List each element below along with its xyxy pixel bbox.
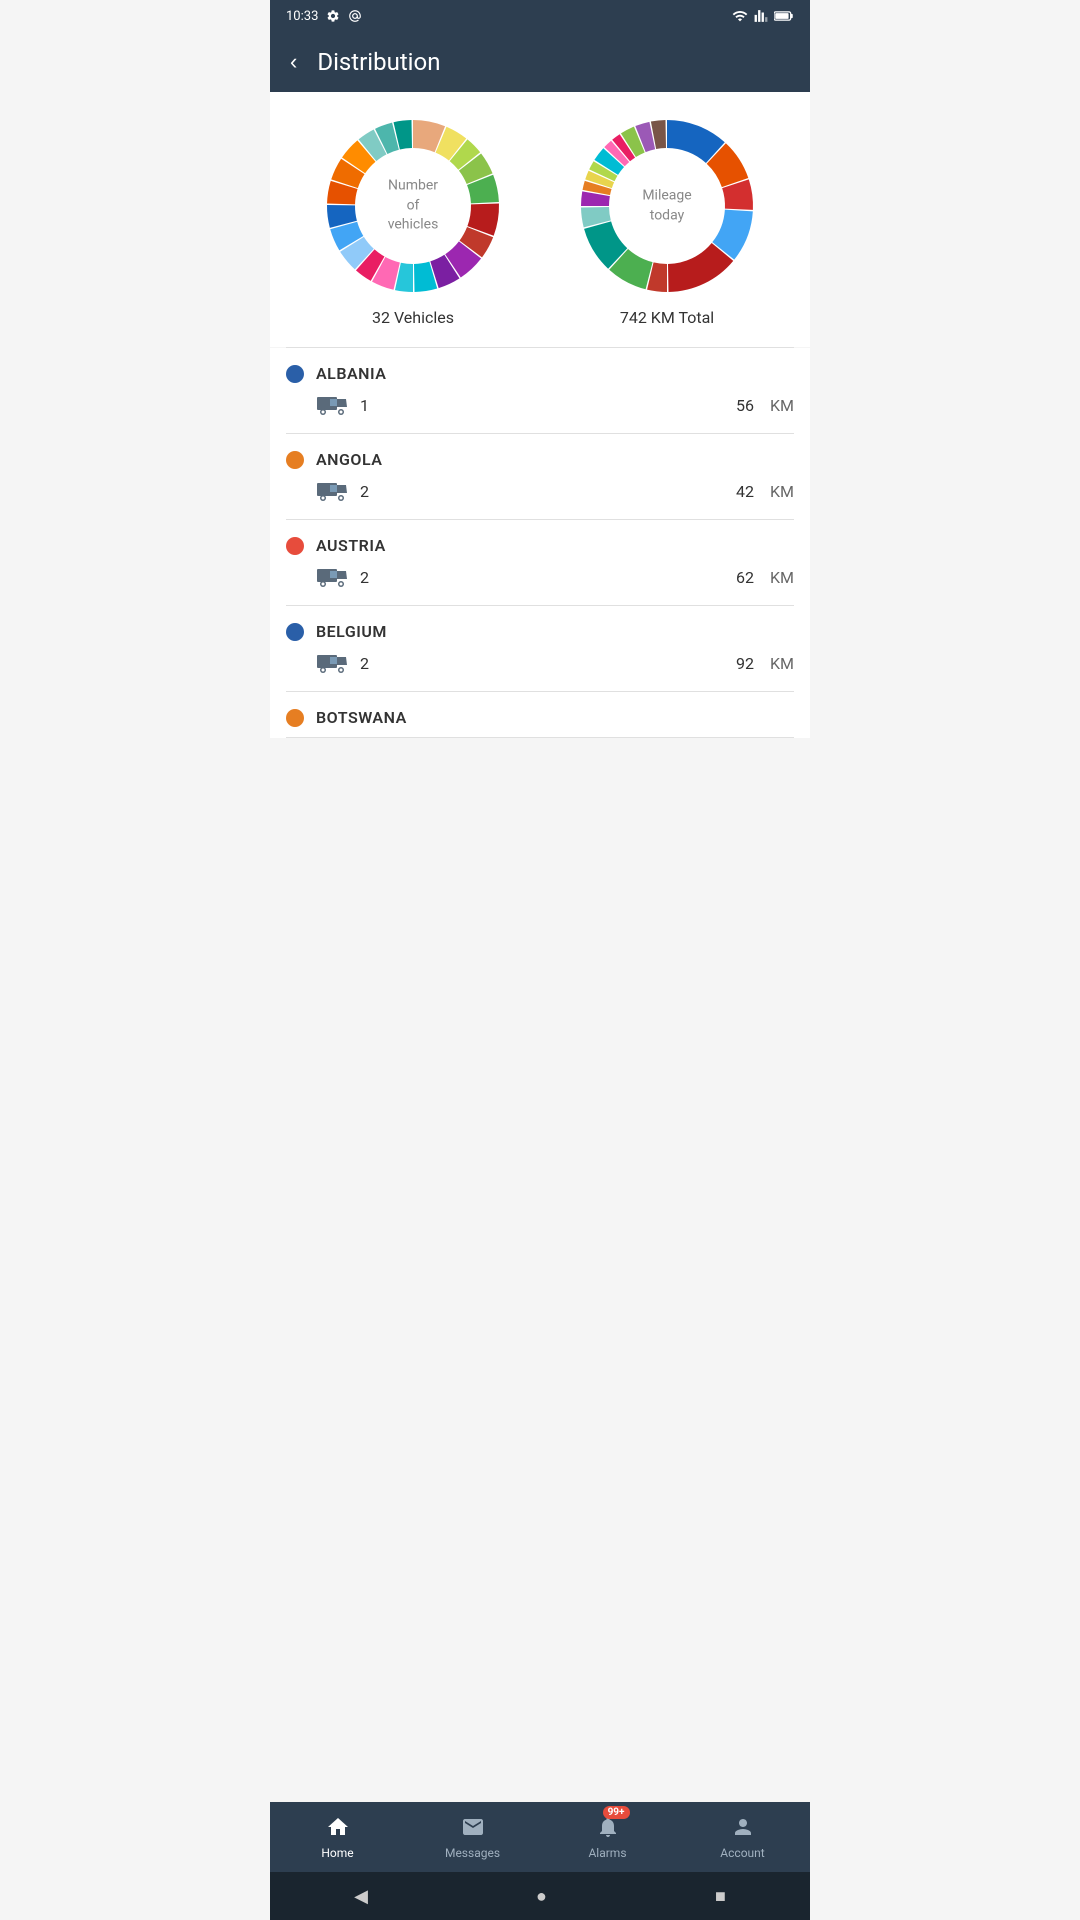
km-unit: KM bbox=[770, 396, 794, 415]
truck-icon bbox=[316, 393, 348, 417]
vehicles-center-label: Number of vehicles bbox=[388, 177, 439, 236]
android-nav: ◀ ● ■ bbox=[270, 1872, 810, 1920]
vehicles-donut: Number of vehicles bbox=[323, 116, 503, 296]
country-color-dot bbox=[286, 537, 304, 555]
nav-label-home: Home bbox=[321, 1846, 353, 1860]
country-item[interactable]: BELGIUM 2 92 KM bbox=[270, 606, 810, 691]
country-name: ANGOLA bbox=[316, 450, 382, 469]
vehicle-count: 2 bbox=[360, 654, 724, 673]
km-unit: KM bbox=[770, 482, 794, 501]
country-item[interactable]: BOTSWANA bbox=[270, 692, 810, 727]
charts-section: Number of vehicles 32 Vehicles Mileage t… bbox=[270, 92, 810, 347]
at-icon bbox=[348, 9, 362, 23]
mileage-total-label: 742 KM Total bbox=[620, 308, 714, 327]
country-color-dot bbox=[286, 451, 304, 469]
vehicle-count: 1 bbox=[360, 396, 724, 415]
km-value: 56 bbox=[736, 396, 754, 415]
nav-label-account: Account bbox=[720, 1846, 764, 1860]
km-unit: KM bbox=[770, 568, 794, 587]
mileage-center-label: Mileage today bbox=[642, 186, 691, 225]
bottom-nav: Home Messages Alarms 99+ Account bbox=[270, 1802, 810, 1872]
nav-label-messages: Messages bbox=[445, 1846, 500, 1860]
country-color-dot bbox=[286, 623, 304, 641]
vehicles-chart: Number of vehicles 32 Vehicles bbox=[323, 116, 503, 327]
alarms-badge: 99+ bbox=[603, 1806, 630, 1819]
header: ‹ Distribution bbox=[270, 32, 810, 92]
battery-icon bbox=[774, 9, 794, 23]
nav-item-messages[interactable]: Messages bbox=[405, 1802, 540, 1872]
country-color-dot bbox=[286, 365, 304, 383]
country-name: BOTSWANA bbox=[316, 708, 407, 727]
country-list: ALBANIA 156KMANGOLA 242KMAUSTRIA 262KMBE… bbox=[270, 348, 810, 738]
country-name: AUSTRIA bbox=[316, 536, 386, 555]
android-back-button[interactable]: ◀ bbox=[330, 1878, 392, 1915]
vehicle-count: 2 bbox=[360, 568, 724, 587]
android-home-button[interactable]: ● bbox=[512, 1878, 571, 1915]
truck-icon bbox=[316, 479, 348, 503]
truck-icon bbox=[316, 565, 348, 589]
country-color-dot bbox=[286, 709, 304, 727]
wifi-icon bbox=[732, 8, 748, 24]
home-nav-icon bbox=[326, 1815, 350, 1842]
messages-nav-icon bbox=[461, 1815, 485, 1842]
km-unit: KM bbox=[770, 654, 794, 673]
truck-icon bbox=[316, 651, 348, 675]
page-title: Distribution bbox=[317, 48, 440, 76]
main-content: Number of vehicles 32 Vehicles Mileage t… bbox=[270, 92, 810, 738]
nav-item-account[interactable]: Account bbox=[675, 1802, 810, 1872]
settings-icon bbox=[326, 9, 340, 23]
km-value: 42 bbox=[736, 482, 754, 501]
country-item[interactable]: ANGOLA 2 42 KM bbox=[270, 434, 810, 519]
signal-icon bbox=[754, 9, 768, 23]
nav-item-home[interactable]: Home bbox=[270, 1802, 405, 1872]
mileage-donut: Mileage today bbox=[577, 116, 757, 296]
status-bar: 10:33 bbox=[270, 0, 810, 32]
country-name: ALBANIA bbox=[316, 364, 386, 383]
country-divider bbox=[286, 737, 794, 738]
vehicle-count: 2 bbox=[360, 482, 724, 501]
km-value: 62 bbox=[736, 568, 754, 587]
nav-item-alarms[interactable]: Alarms 99+ bbox=[540, 1802, 675, 1872]
country-item[interactable]: AUSTRIA 2 62 KM bbox=[270, 520, 810, 605]
country-name: BELGIUM bbox=[316, 622, 387, 641]
vehicles-total-label: 32 Vehicles bbox=[372, 308, 454, 327]
nav-label-alarms: Alarms bbox=[588, 1846, 626, 1860]
account-nav-icon bbox=[731, 1815, 755, 1842]
km-value: 92 bbox=[736, 654, 754, 673]
time: 10:33 bbox=[286, 9, 318, 24]
country-item[interactable]: ALBANIA 1 56 KM bbox=[270, 348, 810, 433]
back-button[interactable]: ‹ bbox=[286, 45, 301, 79]
mileage-chart: Mileage today 742 KM Total bbox=[577, 116, 757, 327]
android-recents-button[interactable]: ■ bbox=[691, 1878, 750, 1915]
